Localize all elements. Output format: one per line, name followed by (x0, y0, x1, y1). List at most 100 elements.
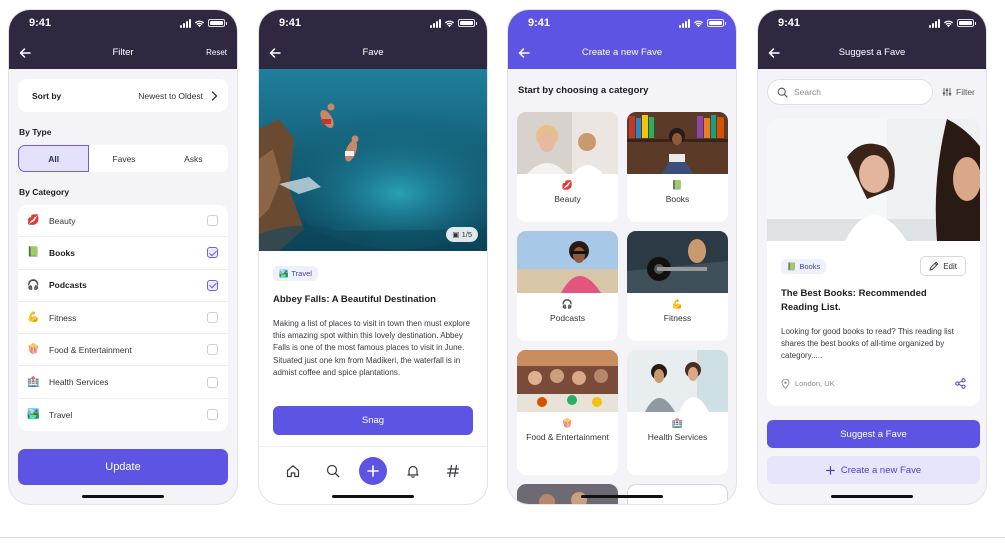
type-option-all[interactable]: All (18, 145, 90, 172)
suggestion-title: The Best Books: Recommended Reading List… (781, 288, 927, 313)
category-checkbox[interactable] (207, 247, 218, 259)
status-icons (679, 18, 726, 28)
filter-screen: 9:41 Filter Reset Sort by Newest to Olde… (8, 9, 238, 505)
suggest-fave-button[interactable]: Suggest a Fave (767, 420, 980, 448)
hero-photo[interactable]: ▣ 1/5 (259, 69, 487, 251)
category-checkbox[interactable] (207, 312, 218, 324)
location-text: London, UK (795, 379, 835, 388)
back-arrow-icon[interactable] (269, 47, 281, 59)
books-photo (627, 112, 728, 174)
signal-icon (679, 18, 690, 28)
status-icons (430, 18, 477, 28)
category-checkbox[interactable] (207, 279, 218, 291)
category-label: Podcasts (49, 280, 87, 291)
tile-label: Podcasts (550, 313, 585, 323)
category-tile-food-entertainment[interactable]: 🍿 Food & Entertainment (517, 350, 618, 475)
suggestion-card[interactable]: 📗 Books Edit The Best Books: Recommended… (767, 119, 980, 406)
lake-jump-photo (259, 69, 487, 251)
category-tile-fitness[interactable]: 💪 Fitness (627, 231, 728, 341)
popcorn-icon: 🍿 (561, 418, 574, 428)
back-arrow-icon[interactable] (518, 47, 530, 59)
notifications-tab[interactable] (399, 457, 427, 485)
category-row-beauty[interactable]: 💋 Beauty (18, 205, 228, 238)
battery-icon (208, 19, 227, 27)
category-row-travel[interactable]: 🏞️ Travel (18, 399, 228, 431)
landscape-icon: 🏞️ (27, 409, 40, 421)
search-icon (777, 87, 788, 98)
type-option-faves[interactable]: Faves (89, 145, 158, 172)
signal-icon (430, 18, 441, 28)
sliders-icon (942, 88, 952, 96)
category-label: Health Services (49, 377, 109, 388)
sort-by-row[interactable]: Sort by Newest to Oldest (18, 79, 228, 112)
camera-icon: ▣ (452, 230, 462, 239)
category-checkbox[interactable] (207, 215, 218, 227)
snag-button[interactable]: Snag (273, 406, 473, 435)
category-row-podcasts[interactable]: 🎧 Podcasts (18, 270, 228, 302)
filter-button[interactable]: Filter (942, 87, 975, 97)
sort-value: Newest to Oldest (138, 90, 203, 101)
sort-label: Sort by (32, 90, 62, 101)
add-fave-tab[interactable] (359, 457, 387, 485)
tile-label: Beauty (554, 194, 581, 204)
category-tile-books[interactable]: 📗 Books (627, 112, 728, 222)
book-icon: 📗 (27, 247, 40, 259)
headphones-icon: 🎧 (561, 299, 574, 309)
chevron-right-icon (211, 90, 218, 101)
category-tile-podcasts[interactable]: 🎧 Podcasts (517, 231, 618, 341)
create-fave-button[interactable]: Create a new Fave (767, 456, 980, 484)
category-row-fitness[interactable]: 💪 Fitness (18, 302, 228, 335)
tile-label: Food & Entertainment (526, 432, 609, 442)
share-icon[interactable] (955, 378, 966, 389)
status-bar: 9:41 (508, 10, 736, 36)
plus-icon (367, 465, 379, 477)
status-time: 9:41 (279, 17, 302, 29)
category-checkbox[interactable] (207, 344, 218, 356)
book-icon: 📗 (671, 180, 684, 190)
search-input[interactable]: Search (767, 79, 933, 105)
flexed-arm-icon: 💪 (27, 312, 40, 324)
edit-icon (929, 261, 939, 271)
hospital-icon: 🏥 (27, 376, 40, 388)
hospital-icon: 🏥 (671, 418, 684, 428)
category-tile-beauty[interactable]: 💋 Beauty (517, 112, 618, 222)
category-checkbox[interactable] (207, 409, 218, 421)
podcasts-photo (517, 231, 618, 293)
battery-icon (957, 19, 976, 27)
suggest-fave-screen: 9:41 Suggest a Fave Search Filter 📗 Book… (757, 9, 987, 505)
category-row-health-services[interactable]: 🏥 Health Services (18, 366, 228, 399)
fave-title: Abbey Falls: A Beautiful Destination (273, 294, 436, 305)
status-time: 9:41 (528, 17, 551, 29)
by-type-label: By Type (19, 127, 52, 137)
hashtag-tab[interactable] (439, 457, 467, 485)
create-label: Create a new Fave (840, 464, 922, 476)
search-tab[interactable] (319, 457, 347, 485)
tile-label: Health Services (647, 432, 708, 442)
edit-label: Edit (943, 261, 957, 271)
signal-icon (180, 18, 191, 28)
category-row-food-entertainment[interactable]: 🍿 Food & Entertainment (18, 334, 228, 367)
back-arrow-icon[interactable] (768, 47, 780, 59)
search-icon (326, 464, 340, 478)
type-option-asks[interactable]: Asks (159, 145, 228, 172)
fave-header: 9:41 Fave (259, 10, 487, 69)
wifi-icon (693, 20, 704, 27)
wifi-icon (444, 20, 455, 27)
category-tile-health-services[interactable]: 🏥 Health Services (627, 350, 728, 475)
category-checkbox[interactable] (207, 376, 218, 388)
reset-button[interactable]: Reset (206, 48, 227, 57)
bottom-divider (0, 537, 1005, 538)
update-button[interactable]: Update (18, 449, 228, 485)
back-arrow-icon[interactable] (19, 47, 31, 59)
lips-icon: 💋 (27, 215, 40, 227)
beauty-photo (517, 112, 618, 174)
edit-button[interactable]: Edit (920, 256, 966, 276)
home-tab[interactable] (279, 457, 307, 485)
location-pin-icon (781, 378, 790, 389)
wifi-icon (194, 20, 205, 27)
category-row-books[interactable]: 📗 Books (18, 237, 228, 270)
home-indicator (332, 495, 414, 498)
fitness-photo (627, 231, 728, 293)
home-indicator (831, 495, 913, 498)
lips-icon: 💋 (561, 180, 574, 190)
